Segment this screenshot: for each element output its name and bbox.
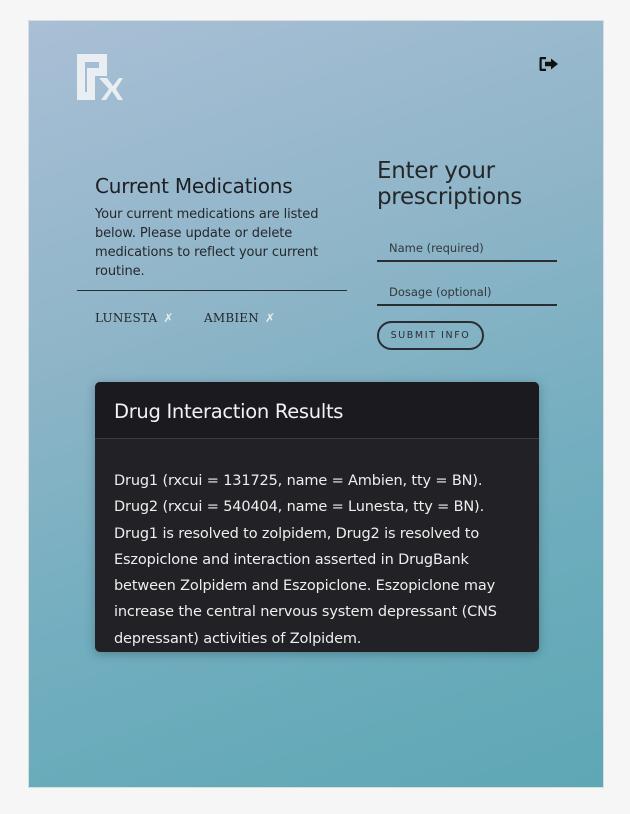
drug-interaction-results-panel: Drug Interaction Results Drug1 (rxcui = … bbox=[95, 382, 539, 652]
current-medications-title: Current Medications bbox=[95, 174, 293, 198]
prescription-form-title: Enter your prescriptions bbox=[377, 158, 522, 210]
medication-label: LUNESTA bbox=[95, 311, 158, 325]
medication-item-lunesta: LUNESTA ✗ bbox=[95, 311, 174, 325]
divider bbox=[77, 290, 347, 291]
results-title: Drug Interaction Results bbox=[114, 400, 344, 423]
submit-info-button[interactable]: SUBMIT INFO bbox=[377, 321, 484, 350]
medication-item-ambien: AMBIEN ✗ bbox=[204, 311, 275, 325]
results-body: Drug1 (rxcui = 131725, name = Ambien, tt… bbox=[114, 473, 497, 647]
current-medications-description: Your current medications are listed belo… bbox=[95, 207, 319, 279]
sign-out-icon[interactable] bbox=[539, 56, 559, 72]
rx-logo-icon bbox=[77, 54, 123, 100]
dosage-input[interactable] bbox=[377, 280, 557, 306]
app-frame: Current Medications Your current medicat… bbox=[28, 20, 604, 788]
name-input[interactable] bbox=[377, 236, 557, 262]
remove-lunesta-button[interactable]: ✗ bbox=[163, 311, 173, 325]
remove-ambien-button[interactable]: ✗ bbox=[265, 311, 275, 325]
medication-label: AMBIEN bbox=[204, 311, 259, 325]
